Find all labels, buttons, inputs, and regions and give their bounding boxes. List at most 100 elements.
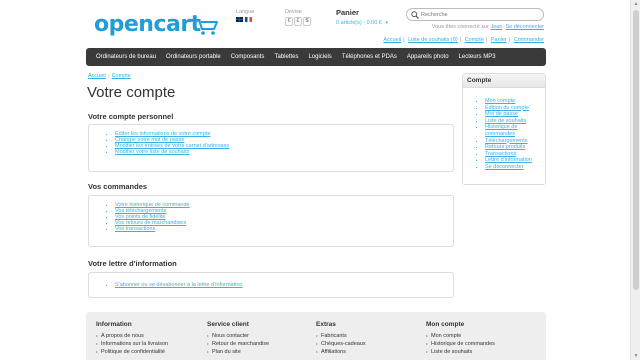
scrollbar-thumb[interactable] (633, 10, 639, 290)
footer-link[interactable]: Mon compte (426, 332, 495, 340)
sidebar-link[interactable]: Mon compte (485, 98, 515, 104)
footer-link[interactable]: Informations sur la livraison (96, 340, 168, 348)
newsletter-box: S'abonner ou se désabonner à la lettre d… (88, 272, 454, 298)
menu-item-laptops[interactable]: Ordinateurs portable (161, 48, 226, 66)
sidebar-item-password: Mot de passe (485, 111, 545, 118)
category-menu: Ordinateurs de bureau Ordinateurs portab… (86, 48, 546, 66)
newsletter-heading: Votre lettre d'information (88, 259, 177, 268)
sidebar-link[interactable]: Lettre d'information (485, 157, 532, 163)
french-flag-icon[interactable] (245, 17, 252, 22)
menu-item-phones[interactable]: Téléphones et PDAs (337, 48, 402, 66)
english-flag-icon[interactable] (236, 17, 243, 22)
orders-heading: Vos commandes (88, 182, 148, 191)
breadcrumb-account[interactable]: Compte (112, 73, 131, 79)
orders-box: Votre historique de commande Vos télécha… (88, 195, 454, 247)
footer-link[interactable]: Politique de confidentialité (96, 348, 168, 356)
currency-label: Devise (285, 9, 302, 15)
menu-item-mp3[interactable]: Lecteurs MP3 (454, 48, 501, 66)
sidebar-item-returns: Retours produits (485, 144, 545, 151)
account-user-link[interactable]: Jean (490, 24, 502, 30)
footer-link[interactable]: Affiliations (316, 348, 366, 356)
footer-link[interactable]: Historique de commandes (426, 340, 495, 348)
currency-pound-button[interactable]: £ (294, 17, 302, 26)
footer-link[interactable]: A propos de nous (96, 332, 168, 340)
breadcrumb: Accueil › Compte (88, 73, 131, 79)
welcome-prefix: Vous êtes connecté sur (431, 24, 489, 30)
vertical-scrollbar[interactable]: ▲ ▼ (630, 0, 640, 360)
footer-link[interactable]: Retour de marchandise (207, 340, 269, 348)
footer-column-information: Information A propos de nous Information… (96, 321, 168, 356)
cart-title: Panier (336, 8, 359, 17)
welcome-message: Vous êtes connecté sur Jean. Se déconnec… (431, 24, 544, 30)
sidebar-item-order-history: Historique de commandes (485, 124, 545, 137)
transactions-link[interactable]: Vos transactions (115, 226, 155, 232)
logout-link[interactable]: Se déconnecter (505, 24, 544, 30)
account-sidebar: Compte Mon compte Édition du compte Mot … (462, 73, 546, 185)
sidebar-link[interactable]: Téléchargements (485, 138, 528, 144)
home-link[interactable]: Accueil (383, 37, 401, 43)
sidebar-item-my-account: Mon compte (485, 98, 545, 105)
menu-item-desktops[interactable]: Ordinateurs de bureau (91, 48, 161, 66)
currency-dollar-button[interactable]: $ (303, 17, 311, 26)
personal-account-box: Éditer les informations de votre compte … (88, 124, 454, 172)
menu-item-components[interactable]: Composants (226, 48, 270, 66)
sidebar-link[interactable]: Liste de souhaits (485, 118, 526, 124)
sidebar-link[interactable]: Historique de commandes (485, 124, 517, 137)
search-icon[interactable] (411, 11, 419, 19)
footer-heading: Service client (207, 321, 249, 328)
cart-link[interactable]: Panier (491, 37, 507, 43)
footer-link[interactable]: Chèques-cadeaux (316, 340, 366, 348)
footer-heading: Information (96, 321, 132, 328)
scroll-down-icon[interactable]: ▼ (633, 353, 639, 359)
opencart-logo[interactable]: opencart (94, 12, 224, 40)
page-title: Votre compte (87, 84, 176, 101)
cart-widget[interactable]: Panier 0 article(s) - 0.00 € ▾ (336, 8, 388, 26)
search-input[interactable] (421, 10, 539, 20)
sidebar-item-newsletter: Lettre d'information (485, 157, 545, 164)
footer-link[interactable]: Liste de souhaits (426, 348, 495, 356)
footer-column-customer-service: Service client Nous contacter Retour de … (207, 321, 269, 356)
sidebar-item-transactions: Transactions (485, 151, 545, 158)
sidebar-item-edit-account: Édition du compte (485, 105, 545, 112)
footer-heading: Mon compte (426, 321, 465, 328)
chevron-down-icon[interactable]: ▾ (386, 20, 389, 26)
list-item: Vos transactions (115, 226, 453, 232)
sidebar-link[interactable]: Édition du compte (485, 105, 529, 111)
footer-column-extras: Extras Fabricants Chèques-cadeaux Affili… (316, 321, 366, 356)
sidebar-item-logout: Se déconnecter (485, 164, 545, 171)
sidebar-link[interactable]: Se déconnecter (485, 164, 524, 170)
checkout-link[interactable]: Commander (514, 37, 544, 43)
language-label: Langue (236, 9, 255, 15)
sidebar-item-wishlist: Liste de souhaits (485, 118, 545, 125)
account-link[interactable]: Compte (465, 37, 484, 43)
breadcrumb-home[interactable]: Accueil (88, 73, 106, 79)
footer: Information A propos de nous Information… (86, 312, 546, 360)
sidebar-link[interactable]: Transactions (485, 151, 516, 157)
top-links: Accueil | Liste de souhaits (0) | Compte | … (383, 37, 544, 43)
footer-column-my-account: Mon compte Mon compte Historique de comm… (426, 321, 495, 356)
personal-account-heading: Votre compte personnel (88, 112, 174, 121)
list-item: Modifier votre liste de souhaits (115, 149, 453, 155)
search-box (406, 8, 544, 21)
footer-link[interactable]: Fabricants (316, 332, 366, 340)
logo-text: opencart (94, 12, 201, 37)
menu-item-software[interactable]: Logiciels (303, 48, 336, 66)
menu-item-cameras[interactable]: Appareils photo (402, 48, 454, 66)
currency-switcher: Devise € £ $ (285, 9, 312, 26)
scroll-up-icon[interactable]: ▲ (633, 1, 639, 7)
footer-link[interactable]: Nous contacter (207, 332, 269, 340)
newsletter-link[interactable]: S'abonner ou se désabonner à la lettre d… (115, 282, 242, 288)
sidebar-title: Compte (463, 74, 545, 88)
list-item: S'abonner ou se désabonner à la lettre d… (115, 282, 453, 288)
sidebar-item-downloads: Téléchargements (485, 138, 545, 145)
wishlist-link[interactable]: Liste de souhaits (0) (408, 37, 458, 43)
footer-link[interactable]: Plan du site (207, 348, 269, 356)
language-switcher: Langue (236, 9, 254, 23)
footer-heading: Extras (316, 321, 336, 328)
menu-item-tablets[interactable]: Tablettes (269, 48, 303, 66)
sidebar-link[interactable]: Mot de passe (485, 111, 518, 117)
sidebar-link[interactable]: Retours produits (485, 144, 525, 150)
cart-summary[interactable]: 0 article(s) - 0.00 € (336, 20, 382, 26)
currency-euro-button[interactable]: € (285, 17, 293, 26)
edit-wishlist-link[interactable]: Modifier votre liste de souhaits (115, 149, 189, 155)
